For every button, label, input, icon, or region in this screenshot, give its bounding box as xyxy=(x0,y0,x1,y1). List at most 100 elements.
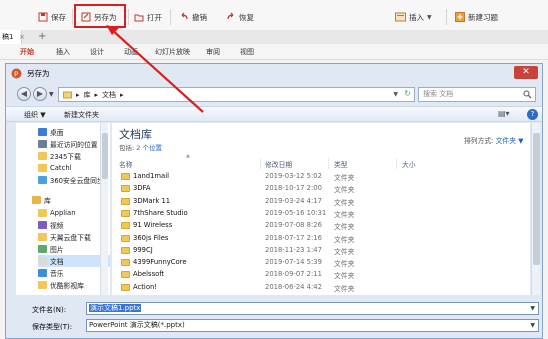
tab-view[interactable]: 视图 xyxy=(240,47,254,57)
open-label: 打开 xyxy=(147,12,162,22)
breadcrumb-libraries[interactable]: 库 xyxy=(84,90,91,100)
breadcrumb-documents[interactable]: 文档 xyxy=(102,90,116,100)
file-row[interactable]: 7thShare Studio 2019-05-16 10:31 文件夹 xyxy=(112,208,530,220)
file-date: 2018-06-24 4:42 xyxy=(265,282,322,291)
close-button[interactable]: ✕ xyxy=(514,66,538,79)
file-row[interactable]: 1and1mail 2019-03-12 5:02 文件夹 xyxy=(112,171,530,183)
file-row[interactable]: 360js Files 2018-07-17 2:16 文件夹 xyxy=(112,233,530,245)
file-row[interactable]: ActivePresenter2019-04-30 4:23文件夹 xyxy=(112,294,530,295)
tab-slideshow[interactable]: 幻灯片放映 xyxy=(155,47,190,57)
file-row[interactable]: 3DMark 11 2019-03-24 4:17 文件夹 xyxy=(112,196,530,208)
file-row[interactable]: 3DFA 2018-10-17 2:00 文件夹 xyxy=(112,183,530,195)
filename-value: 演示文稿1.pptx xyxy=(89,304,142,312)
app-toolbar: 保存 另存为 打开 撤销 恢复 插入 ▼ 新建习题 xyxy=(0,0,548,34)
command-bar: 组织 ▼ 新建文件夹 ▤▾ ? xyxy=(6,106,542,122)
file-date: 2019-03-24 4:17 xyxy=(265,196,322,205)
file-name: 360js Files xyxy=(133,233,169,242)
close-tab-icon[interactable]: × xyxy=(19,30,25,44)
file-row[interactable]: 4399FunnyCore 2019-07-14 5:39 文件夹 xyxy=(112,257,530,269)
chevron-down-icon[interactable]: ▼ xyxy=(530,303,535,314)
redo-icon xyxy=(227,12,234,20)
nav-item[interactable]: 桌面 xyxy=(38,126,64,138)
file-type: 文件夹 xyxy=(334,186,355,195)
nav-item[interactable]: 360安全云盘同步 xyxy=(38,174,104,186)
toolbar-divider xyxy=(72,9,73,25)
pictures-library-icon xyxy=(38,245,47,253)
filename-field[interactable]: 演示文稿1.pptx ▼ xyxy=(86,302,539,315)
nav-item[interactable]: 音乐 xyxy=(38,267,64,279)
column-divider xyxy=(396,158,397,169)
help-icon[interactable]: ? xyxy=(527,109,538,120)
nav-item[interactable]: 优酷影视库 xyxy=(38,279,84,291)
recent-locations-dropdown[interactable]: ▼ xyxy=(49,91,54,98)
tab-home[interactable]: 开始 xyxy=(20,47,34,57)
file-row[interactable]: Action! 2018-06-24 4:42 文件夹 xyxy=(112,282,530,294)
redo-button[interactable]: 恢复 xyxy=(226,8,254,26)
nav-item[interactable]: 2345下载 xyxy=(38,150,81,162)
nav-item-label: 优酷影视库 xyxy=(50,282,84,290)
column-name-header[interactable]: 名称 xyxy=(119,159,133,169)
file-name: 4399FunnyCore xyxy=(133,258,187,267)
nav-item[interactable]: 视频 xyxy=(38,219,64,231)
redo-label: 恢复 xyxy=(239,12,254,22)
navigation-scrollbar[interactable] xyxy=(100,123,108,295)
nav-item[interactable]: 最近访问的位置 xyxy=(38,138,98,150)
toolbar-divider xyxy=(446,9,447,25)
forward-button[interactable]: ▶ xyxy=(33,87,47,101)
new-question-icon xyxy=(455,12,465,22)
new-tab-button[interactable]: + xyxy=(38,30,46,44)
address-bar[interactable]: ▸ 库 ▸ 文档 ▸ ▼ ↻ xyxy=(58,87,415,102)
file-row[interactable]: 999CJ 2018-11-23 1:47 文件夹 xyxy=(112,245,530,257)
arrange-by-dropdown[interactable]: 文件夹 ▼ xyxy=(496,137,524,145)
file-type: 文件夹 xyxy=(334,272,355,281)
nav-item[interactable]: 天翼云盘下载 xyxy=(38,231,91,243)
file-type: 文件夹 xyxy=(334,284,355,293)
tab-animation[interactable]: 动画 xyxy=(124,47,138,57)
nav-item[interactable]: 库 xyxy=(32,194,51,206)
insert-button[interactable]: 插入 ▼ xyxy=(395,8,432,26)
folder-icon xyxy=(121,259,130,267)
column-type-header[interactable]: 类型 xyxy=(334,159,348,169)
new-question-button[interactable]: 新建习题 xyxy=(455,8,498,26)
insert-icon xyxy=(395,12,406,22)
folder-icon xyxy=(121,173,130,180)
scrollbar-thumb[interactable] xyxy=(102,133,108,179)
back-button[interactable]: ◀ xyxy=(17,87,31,101)
folder-icon xyxy=(38,233,47,241)
column-date-header[interactable]: 修改日期 xyxy=(265,159,292,169)
file-row[interactable]: Abelssoft 2018-09-07 2:11 文件夹 xyxy=(112,269,530,281)
save-button[interactable]: 保存 xyxy=(38,8,66,26)
file-row[interactable]: 91 Wireless 2019-07-08 8:26 文件夹 xyxy=(112,220,530,232)
file-name: 3DFA xyxy=(133,184,151,193)
nav-item[interactable]: Applian xyxy=(38,207,76,219)
cloud-folder-icon xyxy=(38,176,47,184)
tab-review[interactable]: 审阅 xyxy=(206,47,220,57)
save-icon xyxy=(38,12,48,22)
includes-locations-link[interactable]: 2 个位置 xyxy=(136,144,162,152)
navigation-pane: 桌面 最近访问的位置 2345下载 Catchl 360安全云盘同步库 Applian 视频… xyxy=(16,123,110,295)
filetype-select[interactable]: PowerPoint 演示文稿(*.pptx) ▼ xyxy=(86,319,539,332)
file-list-scrollbar[interactable] xyxy=(531,123,540,295)
navigation-bar: ◀ ▶ ▼ ▸ 库 ▸ 文档 ▸ ▼ ↻ 搜索 文档 xyxy=(6,83,542,105)
chevron-down-icon: ▼ xyxy=(427,13,432,21)
open-button[interactable]: 打开 xyxy=(134,8,162,26)
chevron-down-icon[interactable]: ▼ xyxy=(530,320,535,331)
column-size-header[interactable]: 大小 xyxy=(402,159,416,169)
address-dropdown-icon[interactable]: ▼ xyxy=(393,91,398,98)
scrollbar-thumb[interactable] xyxy=(533,133,540,265)
nav-item[interactable]: Catchl xyxy=(38,162,72,174)
open-folder-icon xyxy=(134,14,144,22)
view-options-icon[interactable]: ▤▾ xyxy=(498,109,510,118)
organize-button[interactable]: 组织 ▼ xyxy=(24,110,46,120)
file-date: 2018-07-17 2:16 xyxy=(265,233,322,242)
refresh-icon[interactable]: ↻ xyxy=(404,89,411,98)
search-input[interactable]: 搜索 文档 xyxy=(418,87,536,102)
document-tab-label: 稿1 xyxy=(2,33,14,41)
dialog-title-bar[interactable]: P 另存为 ✕ xyxy=(6,64,542,82)
new-folder-button[interactable]: 新建文件夹 xyxy=(64,110,99,120)
nav-item[interactable]: 图片 xyxy=(38,243,64,255)
tab-insert[interactable]: 插入 xyxy=(56,47,70,57)
tab-design[interactable]: 设计 xyxy=(90,47,104,57)
file-date: 2019-07-08 8:26 xyxy=(265,221,322,230)
undo-button[interactable]: 撤销 xyxy=(179,8,207,26)
